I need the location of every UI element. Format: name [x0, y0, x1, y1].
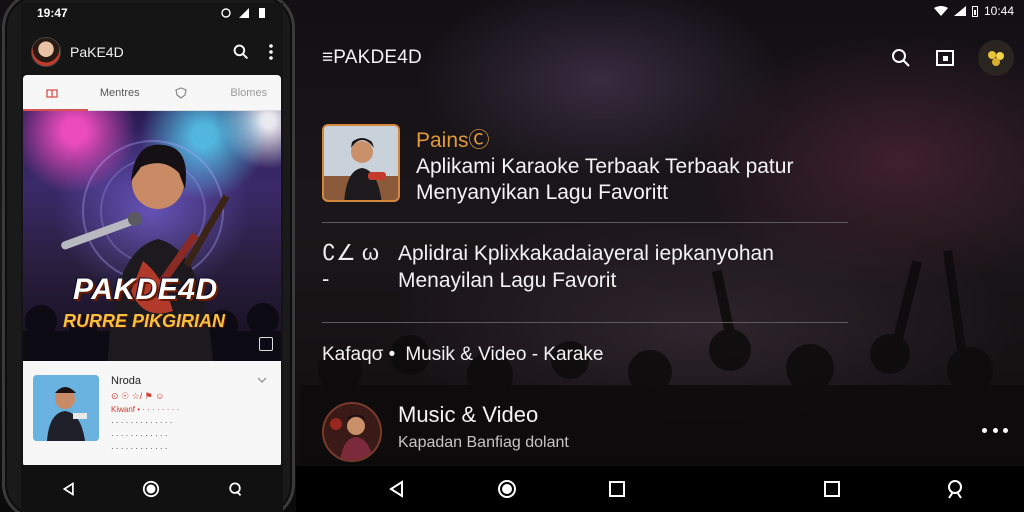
- gold-coins-icon: [988, 51, 1004, 66]
- more-dot-icon: [1003, 427, 1008, 433]
- signal-icon: [953, 6, 966, 16]
- list-item[interactable]: Nroda ⊙ ☉ ☆/ ⚑ ☺ Kiwanf • · · · · · · · …: [33, 375, 273, 455]
- back-icon: [389, 480, 403, 498]
- phone-avatar[interactable]: [31, 37, 61, 67]
- phone-content-card: Mentres Blomes PAKDE4D RURRE PIKGIRIAN N…: [23, 75, 281, 467]
- assistant-button[interactable]: [944, 478, 966, 500]
- recents-button[interactable]: [606, 478, 628, 500]
- overview-button[interactable]: [821, 478, 843, 500]
- cast-button[interactable]: [934, 47, 956, 69]
- phone-assistant-button[interactable]: [225, 479, 245, 499]
- music-video-thumbnail: [322, 402, 382, 462]
- gift-icon: [46, 88, 58, 98]
- person-image: [33, 375, 99, 441]
- phone-app-title: PaKE4D: [70, 44, 124, 60]
- home-icon: [498, 480, 516, 498]
- navigation-bar: [296, 466, 1024, 512]
- list-item-text: Nroda ⊙ ☉ ☆/ ⚑ ☺ Kiwanf • · · · · · · · …: [111, 375, 261, 455]
- chevron-down-icon[interactable]: [257, 375, 267, 385]
- divider: [322, 222, 848, 223]
- list-item-thumbnail: [33, 375, 99, 441]
- karaoke-singer-thumbnail: [322, 124, 400, 202]
- tab-blomes[interactable]: Blomes: [217, 75, 282, 111]
- phone-device: 19:47 PaKE4D Mentres Blomes PAKDE4D RURR…: [2, 0, 295, 512]
- header-actions: [890, 40, 1014, 76]
- profile-avatar-button[interactable]: [978, 40, 1014, 76]
- search-button[interactable]: [890, 47, 912, 69]
- home-icon: [142, 480, 160, 498]
- cast-icon: [936, 50, 954, 66]
- list-item-desc-line1: Kiwanf • · · · · · · · ·: [111, 405, 180, 414]
- phone-navigation-bar: [21, 465, 283, 512]
- alarm-icon: [221, 8, 231, 18]
- app-header: ≡PAKDE4D: [322, 40, 1014, 76]
- more-options-button[interactable]: [982, 420, 1008, 440]
- tab-gift[interactable]: [23, 75, 88, 111]
- list-item-desc-line2: · · · · · · · · · · · · ·: [111, 418, 173, 427]
- music-video-item[interactable]: Music & Video Kapadan Banfiag dolant: [322, 402, 569, 462]
- description-line2: Menayilan Lagu Favorit: [398, 269, 617, 292]
- app-title: ≡PAKDE4D: [322, 47, 422, 68]
- assistant-icon: [229, 482, 242, 497]
- music-video-title: Music & Video: [398, 402, 539, 427]
- phone-status-bar: 19:47: [21, 3, 283, 23]
- phone-status-time: 19:47: [37, 6, 68, 20]
- search-icon: [892, 49, 910, 67]
- phone-tab-bar: Mentres Blomes: [23, 75, 281, 111]
- category-text: Musik & Video - Karake: [405, 344, 604, 365]
- status-time: 10:44: [983, 4, 1014, 18]
- expand-icon[interactable]: [259, 337, 273, 351]
- category-lead: Kafaqσ •: [322, 344, 396, 365]
- back-button[interactable]: [386, 478, 408, 500]
- divider: [322, 322, 848, 323]
- list-item-title: Nroda: [111, 375, 141, 387]
- description-item[interactable]: ∁∠ ω - Aplidrai Kplixkakadaiayeral iepka…: [322, 240, 774, 294]
- tab-mentres[interactable]: Mentres: [88, 75, 153, 111]
- banner-logo-text: PAKDE4D: [73, 273, 218, 306]
- more-vert-icon[interactable]: [269, 44, 273, 60]
- featured-app-item[interactable]: PainsⒸ Aplikami Karaoke Terbaak Terbaak …: [322, 124, 793, 206]
- featured-app-text: PainsⒸ Aplikami Karaoke Terbaak Terbaak …: [416, 124, 793, 206]
- featured-title-line1: Aplikami Karaoke Terbaak Terbaak patur: [416, 155, 794, 178]
- home-button[interactable]: [496, 478, 518, 500]
- description-line1: Aplidrai Kplixkakadaiayeral iepkanyohan: [398, 242, 774, 265]
- microphone-glyph-icon: ∁∠ ω -: [322, 240, 380, 291]
- performer-image: [324, 404, 380, 460]
- phone-screen: 19:47 PaKE4D Mentres Blomes PAKDE4D RURR…: [21, 3, 283, 512]
- square-icon: [824, 481, 840, 497]
- list-item-desc-line4: · · · · · · · · · · · ·: [111, 444, 168, 453]
- search-icon[interactable]: [233, 44, 249, 60]
- more-dot-icon: [992, 427, 998, 433]
- status-bar: 10:44: [933, 4, 1014, 18]
- promo-banner[interactable]: PAKDE4D RURRE PIKGIRIAN: [23, 111, 281, 361]
- list-item-desc-line3: · · · · · · · · · · · ·: [111, 431, 168, 440]
- more-dot-icon: [982, 427, 987, 433]
- music-video-subtitle: Kapadan Banfiag dolant: [398, 434, 569, 451]
- assistant-icon: [948, 480, 962, 499]
- signal-icon: [239, 8, 249, 18]
- singer-image: [324, 126, 398, 200]
- featured-title-line2: Menyanyikan Lagu Favoritt: [416, 181, 669, 204]
- phone-app-bar: PaKE4D: [21, 31, 283, 73]
- phone-home-button[interactable]: [141, 479, 161, 499]
- list-item-meta: ⊙ ☉ ☆/ ⚑ ☺: [111, 391, 165, 401]
- shield-icon: [175, 86, 187, 99]
- battery-icon: [259, 8, 265, 18]
- phone-back-button[interactable]: [59, 479, 79, 499]
- wifi-icon: [933, 6, 948, 16]
- music-video-text: Music & Video Kapadan Banfiag dolant: [398, 402, 569, 452]
- back-icon: [62, 482, 74, 496]
- recents-icon: [609, 481, 625, 497]
- description-text: Aplidrai Kplixkakadaiayeral iepkanyohan …: [398, 240, 774, 294]
- category-item[interactable]: Kafaqσ • Musik & Video - Karake: [322, 344, 604, 366]
- tab-shield[interactable]: [152, 75, 217, 111]
- featured-tag: PainsⒸ: [416, 129, 490, 152]
- banner-subtitle: RURRE PIKGIRIAN: [63, 311, 226, 331]
- battery-icon: [971, 5, 978, 17]
